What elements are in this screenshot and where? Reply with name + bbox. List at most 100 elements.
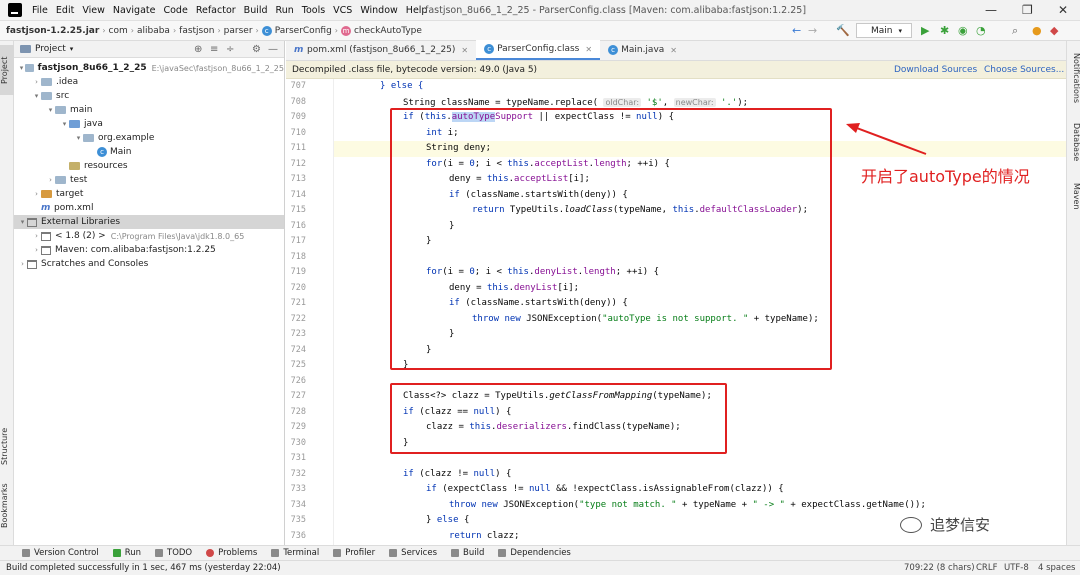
tree-item-test[interactable]: › test (14, 173, 284, 187)
folder-icon (25, 64, 34, 72)
line-number: 734 (290, 499, 306, 510)
close-button[interactable]: ✕ (1058, 3, 1068, 17)
tree-item-jdk[interactable]: › < 1.8 (2) > C:\Program Files\Java\jdk1.8… (14, 229, 284, 243)
close-tab-icon[interactable]: ✕ (585, 45, 592, 54)
profile-icon[interactable]: ◔ (976, 24, 986, 37)
project-view-select[interactable]: Project (35, 44, 66, 54)
menu-refactor[interactable]: Refactor (192, 5, 240, 16)
tree-item-resources[interactable]: resources (14, 159, 284, 173)
caret-position[interactable]: 709:22 (8 chars) (904, 563, 975, 573)
maven-tool-tab[interactable]: Maven (1067, 177, 1080, 215)
menu-vcs[interactable]: VCS (329, 5, 356, 16)
minimize-button[interactable]: — (985, 3, 997, 17)
breadcrumb-fastjson[interactable]: fastjson (179, 26, 214, 36)
breadcrumb-jar[interactable]: fastjson-1.2.25.jar (6, 26, 99, 36)
services-tool[interactable]: Services (389, 548, 437, 558)
locate-icon[interactable]: ⊕ (194, 44, 202, 55)
close-tab-icon[interactable]: ✕ (461, 46, 468, 55)
line-number: 723 (290, 329, 306, 339)
tree-item-src[interactable]: ▾ src (14, 89, 284, 103)
library-icon (41, 245, 51, 255)
breadcrumb-method[interactable]: m checkAutoType (340, 25, 422, 36)
line-number: 731 (290, 453, 306, 463)
collapse-all-icon[interactable]: ÷ (226, 44, 234, 55)
indent-setting[interactable]: 4 spaces (1038, 563, 1075, 573)
update-icon[interactable]: ● (1032, 24, 1042, 37)
todo-tool[interactable]: TODO (155, 548, 192, 558)
expand-all-icon[interactable]: ≡ (210, 44, 218, 55)
menu-file[interactable]: File (28, 5, 52, 16)
plugin-icon[interactable]: ◆ (1050, 24, 1058, 37)
terminal-tool[interactable]: Terminal (271, 548, 319, 558)
problems-tool[interactable]: Problems (206, 548, 257, 558)
menu-view[interactable]: View (78, 5, 109, 16)
file-encoding[interactable]: UTF-8 (1004, 563, 1029, 573)
wechat-icon (900, 516, 922, 533)
tree-item-target[interactable]: › target (14, 187, 284, 201)
restore-button[interactable]: ❐ (1022, 3, 1033, 17)
choose-sources-link[interactable]: Choose Sources... (984, 65, 1064, 75)
tab-parserconfig-class[interactable]: c ParserConfig.class ✕ (476, 40, 601, 60)
tree-item-pom[interactable]: m pom.xml (14, 201, 284, 215)
tree-item-project-root[interactable]: ▾ fastjson_8u66_1_2_25 E:\javaSec\fastjso… (14, 61, 284, 75)
excluded-folder-icon (41, 190, 52, 198)
collapsed-arrow-icon: › (21, 260, 24, 268)
build-hammer-icon[interactable]: 🔨 (836, 24, 850, 37)
expanded-arrow-icon: ▾ (34, 92, 39, 100)
line-separator[interactable]: CRLF (976, 563, 997, 573)
breadcrumb-com[interactable]: com (109, 26, 128, 36)
menu-run[interactable]: Run (272, 5, 298, 16)
window-title: fastjson_8u66_1_2_25 - ParserConfig.clas… (425, 5, 807, 16)
project-tool-tab[interactable]: Project (0, 45, 14, 95)
menu-build[interactable]: Build (240, 5, 272, 16)
tree-item-package[interactable]: ▾ org.example (14, 131, 284, 145)
breadcrumb-alibaba[interactable]: alibaba (137, 26, 170, 36)
tab-main-java[interactable]: c Main.java ✕ (600, 40, 685, 60)
back-arrow-icon[interactable]: ← (792, 24, 801, 37)
line-number: 722 (290, 313, 306, 324)
forward-arrow-icon[interactable]: → (808, 24, 817, 37)
menu-tools[interactable]: Tools (298, 5, 329, 16)
structure-tool-tab[interactable]: Structure (0, 421, 14, 471)
gear-icon[interactable]: ⚙ (252, 44, 261, 55)
build-tool[interactable]: Build (451, 548, 484, 558)
menu-window[interactable]: Window (356, 5, 401, 16)
run-tool[interactable]: Run (112, 548, 141, 558)
database-tool-tab[interactable]: Database (1067, 119, 1080, 165)
search-icon[interactable]: ⌕ (1012, 24, 1018, 38)
tab-pom-xml[interactable]: m pom.xml (fastjson_8u66_1_2_25) ✕ (286, 40, 476, 60)
run-icon[interactable]: ▶ (921, 24, 929, 37)
bookmarks-tool-tab[interactable]: Bookmarks (0, 481, 14, 531)
hide-panel-icon[interactable]: — (268, 44, 278, 55)
profiler-tool[interactable]: Profiler (333, 548, 375, 558)
notifications-tool-tab[interactable]: Notifications (1067, 47, 1080, 109)
download-sources-link[interactable]: Download Sources (894, 65, 977, 75)
menu-code[interactable]: Code (159, 5, 191, 16)
tree-item-external-libraries[interactable]: ▾ External Libraries (14, 215, 284, 229)
tree-item-scratches[interactable]: › Scratches and Consoles (14, 257, 284, 271)
breadcrumb-separator-icon: › (334, 26, 338, 35)
close-tab-icon[interactable]: ✕ (670, 46, 677, 55)
dependencies-tool[interactable]: Dependencies (498, 548, 571, 558)
tree-item-idea[interactable]: › .idea (14, 75, 284, 89)
tree-item-main[interactable]: ▾ main (14, 103, 284, 117)
version-control-tool[interactable]: Version Control (22, 548, 99, 558)
profiler-icon (333, 549, 342, 557)
annotation-box-mapping-block (390, 383, 727, 454)
run-configuration-select[interactable]: Main ▾ (856, 23, 912, 38)
tree-item-maven-fastjson[interactable]: › Maven: com.alibaba:fastjson:1.2.25 (14, 243, 284, 257)
coverage-icon[interactable]: ◉ (958, 24, 968, 37)
breadcrumb-parser[interactable]: parser (224, 26, 253, 36)
menu-edit[interactable]: Edit (52, 5, 78, 16)
line-number: 710 (290, 127, 306, 138)
decompiled-banner-text: Decompiled .class file, bytecode version… (292, 64, 538, 75)
collapsed-arrow-icon: › (35, 246, 38, 254)
version-control-icon (22, 549, 30, 557)
breadcrumb-class[interactable]: c ParserConfig (261, 25, 332, 36)
line-number: 715 (290, 205, 306, 215)
tree-item-java[interactable]: ▾ java (14, 117, 284, 131)
debug-icon[interactable]: ✱ (940, 24, 949, 37)
tree-item-main-class[interactable]: c Main (14, 145, 284, 159)
status-message[interactable]: Build completed successfully in 1 sec, 4… (6, 563, 281, 573)
menu-navigate[interactable]: Navigate (109, 5, 160, 16)
